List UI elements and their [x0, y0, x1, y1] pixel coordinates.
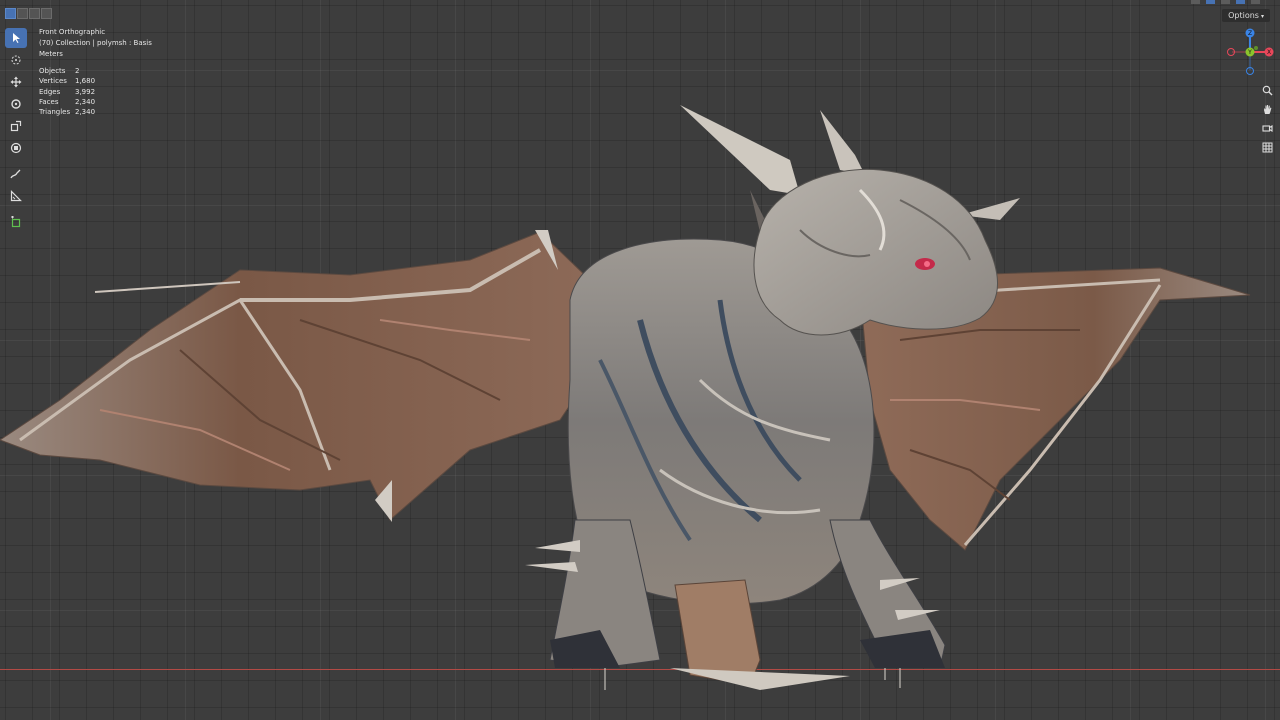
3d-viewport[interactable]: Options ▾ Front Orthographic (70) Collec…	[0, 0, 1280, 720]
select-extend-icon[interactable]	[17, 8, 28, 19]
chevron-down-icon: ▾	[1260, 13, 1264, 20]
options-dropdown[interactable]: Options ▾	[1222, 9, 1270, 22]
select-box-icon	[13, 33, 20, 43]
stat-label: Faces	[39, 97, 59, 106]
transform-tool[interactable]	[5, 138, 27, 158]
overlay-icon[interactable]	[1191, 0, 1200, 4]
zoom-icon	[1262, 85, 1273, 96]
stat-row: Objects 2	[39, 66, 152, 76]
select-invert-icon[interactable]	[41, 8, 52, 19]
select-new-icon[interactable]	[5, 8, 16, 19]
shading-material-icon[interactable]	[1251, 0, 1260, 4]
stat-row: Faces 2,340	[39, 97, 152, 107]
options-label: Options	[1228, 11, 1259, 20]
stat-value: 1,680	[75, 77, 96, 86]
move-tool[interactable]	[5, 72, 27, 92]
perspective-toggle-button[interactable]	[1258, 139, 1276, 156]
viewport-header: Options ▾	[0, 0, 1280, 22]
scale-tool[interactable]	[5, 116, 27, 136]
gizmo-neg-y[interactable]	[1254, 46, 1258, 50]
stat-row: Triangles 2,340	[39, 107, 152, 117]
rotate-icon	[11, 99, 21, 109]
shading-wire-icon[interactable]	[1221, 0, 1230, 4]
xray-icon[interactable]	[1206, 0, 1215, 4]
measure-tool[interactable]	[5, 186, 27, 206]
annotate-tool[interactable]	[5, 164, 27, 184]
view-name: Front Orthographic	[39, 28, 106, 36]
stat-label: Objects	[39, 67, 66, 75]
stat-label: Vertices	[39, 77, 67, 86]
units-label: Meters	[39, 50, 63, 58]
pan-button[interactable]	[1258, 101, 1276, 118]
scale-icon	[10, 120, 22, 132]
camera-icon	[1261, 125, 1273, 132]
select-mode-buttons[interactable]	[5, 8, 52, 19]
stat-row: Vertices 1,680	[39, 76, 152, 86]
stat-label: Edges	[39, 87, 61, 96]
shading-solid-icon[interactable]	[1236, 0, 1245, 4]
zoom-button[interactable]	[1258, 82, 1276, 99]
head	[753, 168, 998, 336]
gizmo-y-label: Y	[1247, 49, 1252, 56]
collection-info: (70) Collection | polymsh : Basis	[39, 39, 152, 47]
stat-value: 2	[75, 67, 80, 75]
stat-row: Edges 3,992	[39, 87, 152, 97]
add-cube-tool[interactable]	[5, 212, 27, 232]
dragon-model[interactable]	[0, 0, 1280, 720]
camera-view-button[interactable]	[1258, 120, 1276, 137]
stat-value: 2,340	[75, 97, 96, 106]
annotate-icon	[10, 169, 21, 179]
stat-value: 3,992	[75, 87, 96, 96]
add-cube-icon	[11, 216, 21, 228]
transform-icon	[10, 142, 22, 154]
scene-statistics: Objects 2 Vertices 1,680 Edges 3,992 Faces 2…	[39, 66, 152, 117]
grid-icon	[1262, 142, 1272, 153]
cursor-tool[interactable]	[5, 50, 27, 70]
measure-icon	[10, 190, 22, 202]
gizmo-z-label: Z	[1248, 30, 1252, 37]
navigation-buttons	[1258, 82, 1276, 158]
stat-label: Triangles	[39, 108, 71, 117]
gizmo-x-label: X	[1267, 49, 1271, 56]
header-right-icons	[1191, 0, 1260, 4]
hand-icon	[1263, 105, 1271, 114]
rotate-tool[interactable]	[5, 94, 27, 114]
select-box-tool[interactable]	[5, 28, 27, 48]
select-subtract-icon[interactable]	[29, 8, 40, 19]
cursor-icon	[11, 55, 21, 65]
viewport-info-overlay: Front Orthographic (70) Collection | pol…	[39, 27, 152, 117]
navigation-gizmo[interactable]: Z X Y	[1222, 26, 1278, 80]
left-wing	[0, 231, 601, 521]
tool-shelf	[5, 28, 27, 234]
stat-value: 2,340	[75, 108, 96, 117]
move-icon	[10, 76, 22, 88]
